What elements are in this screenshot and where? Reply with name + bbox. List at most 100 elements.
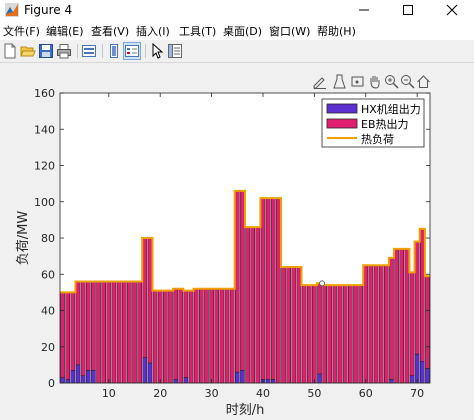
chart-bar-hx [147,362,153,384]
chart-bar-eb [286,266,291,384]
chart-bar-eb [384,264,389,384]
property-inspector-icon[interactable] [167,43,183,59]
pointer-icon[interactable] [149,43,165,59]
chart-tick-label-x: 40 [256,387,270,400]
chart-bar-eb [96,281,101,384]
chart-tick-label-y: 140 [34,123,55,136]
menu-tools[interactable]: 工具(T) [179,23,216,39]
menu-window[interactable]: 窗口(W) [269,23,310,39]
chart-bar-eb [332,284,338,384]
toolbar-separator [102,44,103,58]
chart-bar-eb [306,284,312,384]
chart-bar-eb [147,237,153,364]
menu-edit[interactable]: 编辑(E) [46,23,84,39]
maximize-button[interactable] [386,0,430,20]
chart-tick-label-x: 10 [102,387,116,400]
chart-tick-label-y: 160 [34,87,55,100]
chart-bar-hx [65,379,71,384]
chart-bar-eb [296,266,302,384]
print-icon[interactable] [56,43,72,59]
close-button[interactable] [430,0,474,20]
chart-bar-eb [337,284,343,384]
chart-bar-eb [75,281,81,366]
title-bar: Figure 4 [0,0,474,20]
chart-bar-eb [137,281,142,384]
chart-bar-eb [265,197,271,380]
menu-file[interactable]: 文件(F) [3,23,40,39]
chart-bar-eb [85,281,91,371]
legend-swatch-eb [326,118,358,129]
chart-bar-eb [173,288,178,380]
chart: 10 20 30 40 50 60 70 0 20 40 60 80 100 120 140 160 时刻/h… [16,87,431,418]
chart-bar-eb [199,288,204,384]
chart-bar-eb [219,288,225,384]
chart-tick-label-x: 30 [205,387,219,400]
menu-desktop[interactable]: 桌面(D) [223,23,262,39]
chart-bar-eb [373,264,379,384]
chart-bar-eb [250,226,256,384]
chart-bar-eb [209,288,214,384]
chart-bar-hx [409,375,415,384]
figure-toolbar [0,40,474,63]
insert-colorbar-icon[interactable] [106,43,122,59]
chart-tick-label-x: 70 [410,387,424,400]
chart-tick-label-y: 80 [41,232,55,245]
chart-bar-eb [342,284,348,384]
chart-bar-eb [322,284,327,384]
chart-bar-eb [425,275,430,369]
chart-bar-eb [60,292,65,378]
chart-bar-eb [255,226,261,384]
chart-bar-eb [168,290,173,384]
chart-bar-hx [70,370,76,384]
chart-bar-eb [204,288,209,384]
chart-bar-eb [132,281,137,384]
chart-legend[interactable]: HX机组出力 EB热出力 热负荷 [321,98,425,148]
toolbar-separator [145,44,146,58]
chart-bar-eb [358,284,363,384]
chart-bar-eb [178,288,184,384]
chart-bar-eb [214,288,220,384]
chart-bar-eb [409,272,415,376]
legend-label-hx: HX机组出力 [361,102,421,116]
chart-bar-eb [276,197,281,384]
menu-insert[interactable]: 插入(I) [136,23,170,39]
chart-bar-eb [414,241,420,355]
chart-bar-eb [229,288,235,384]
menu-view[interactable]: 查看(V) [91,23,129,39]
chart-bar-eb [193,288,199,384]
chart-bar-hx [317,373,322,384]
legend-label-eb: EB热出力 [361,117,409,131]
legend-label-load: 热负荷 [361,132,394,146]
chart-bar-eb [353,284,358,384]
chart-bar-hx [419,361,425,384]
menu-help[interactable]: 帮助(H) [317,23,356,39]
chart-bar-eb [378,264,384,384]
save-icon[interactable] [38,43,54,59]
chart-bar-eb [363,264,369,384]
chart-tick-label-y: 100 [34,196,55,209]
chart-bar-eb [142,237,148,358]
legend-swatch-hx [326,103,358,114]
link-plot-icon[interactable] [81,43,97,59]
chart-bar-eb [101,281,106,384]
chart-axis-label-x: 时刻/h [226,403,265,418]
chart-bar-hx [183,377,189,384]
chart-tick-label-x: 20 [153,387,167,400]
chart-tick-label-x: 50 [307,387,321,400]
menu-bar: 文件(F) 编辑(E) 查看(V) 插入(I) 工具(T) 桌面(D) 窗口(W… [0,20,474,40]
minimize-button[interactable] [342,0,386,20]
chart-tick-label-y: 120 [34,160,55,173]
chart-bar-eb [368,264,374,384]
chart-axis-label-y: 负荷/MW [16,211,31,266]
chart-bar-eb [327,284,333,384]
new-figure-icon[interactable] [2,43,18,59]
insert-legend-icon[interactable] [123,42,141,60]
minimize-icon [359,9,369,11]
chart-bar-hx [173,379,178,384]
chart-bar-eb [281,266,286,384]
chart-bar-eb [234,190,240,373]
chart-bar-hx [142,357,148,384]
chart-tick-label-x: 60 [359,387,373,400]
open-file-icon[interactable] [20,43,36,59]
data-tip-marker[interactable] [319,280,325,287]
